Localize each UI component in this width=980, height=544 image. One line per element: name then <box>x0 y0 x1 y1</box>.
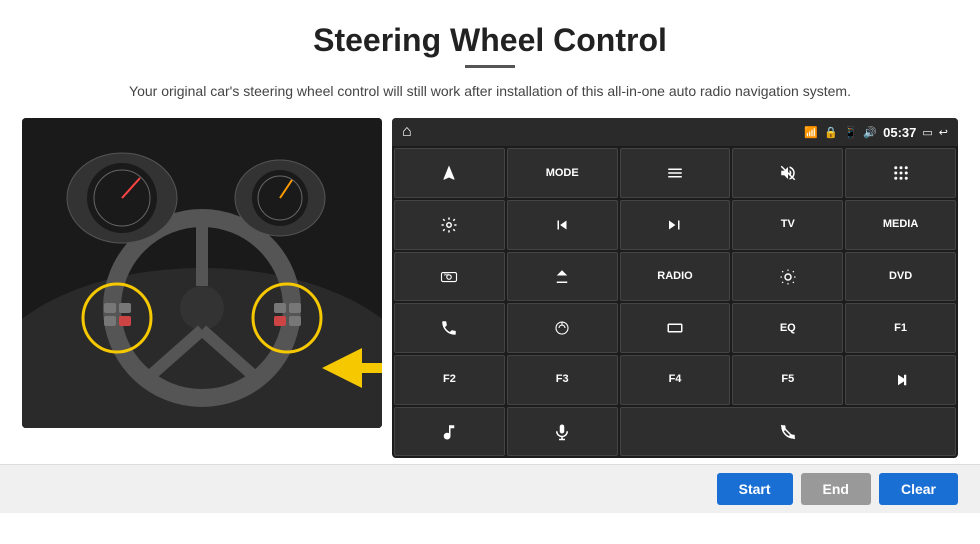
btn-f2[interactable]: F2 <box>394 355 505 405</box>
btn-f4[interactable]: F4 <box>620 355 731 405</box>
btn-phone-end[interactable] <box>620 407 956 457</box>
page-subtitle: Your original car's steering wheel contr… <box>0 80 980 118</box>
btn-playpause[interactable] <box>845 355 956 405</box>
btn-dvd[interactable]: DVD <box>845 252 956 302</box>
btn-settings[interactable] <box>394 200 505 250</box>
btn-f5[interactable]: F5 <box>732 355 843 405</box>
end-button[interactable]: End <box>801 473 871 505</box>
wifi-icon: 📶 <box>804 126 818 139</box>
sim-icon: 📱 <box>844 126 858 139</box>
lock-icon: 🔒 <box>824 126 838 139</box>
back-icon[interactable]: ↩ <box>939 126 948 139</box>
bottom-bar: Start End Clear <box>0 464 980 513</box>
btn-apps[interactable] <box>845 148 956 198</box>
btn-360cam[interactable]: 360 <box>394 252 505 302</box>
btn-navigate[interactable] <box>394 148 505 198</box>
btn-tv[interactable]: TV <box>732 200 843 250</box>
btn-f3[interactable]: F3 <box>507 355 618 405</box>
btn-swipe[interactable] <box>507 303 618 353</box>
button-grid: MODE TV MEDIA 360 <box>392 146 958 458</box>
btn-phone[interactable] <box>394 303 505 353</box>
btn-eq[interactable]: EQ <box>732 303 843 353</box>
btn-next[interactable] <box>620 200 731 250</box>
start-button[interactable]: Start <box>717 473 793 505</box>
btn-mic[interactable] <box>507 407 618 457</box>
btn-media[interactable]: MEDIA <box>845 200 956 250</box>
btn-radio[interactable]: RADIO <box>620 252 731 302</box>
radio-panel: ⌂ 📶 🔒 📱 🔊 05:37 ▭ ↩ MODE <box>392 118 958 458</box>
btn-mute[interactable] <box>732 148 843 198</box>
status-time: 05:37 <box>883 125 916 140</box>
title-divider <box>465 65 515 68</box>
bluetooth-icon: 🔊 <box>863 126 877 139</box>
home-icon[interactable]: ⌂ <box>402 123 412 141</box>
btn-brightness[interactable] <box>732 252 843 302</box>
btn-prev[interactable] <box>507 200 618 250</box>
btn-menu[interactable] <box>620 148 731 198</box>
screen-icon: ▭ <box>922 126 932 139</box>
page-title: Steering Wheel Control <box>0 0 980 65</box>
btn-f1[interactable]: F1 <box>845 303 956 353</box>
clear-button[interactable]: Clear <box>879 473 958 505</box>
btn-music[interactable] <box>394 407 505 457</box>
car-image <box>22 118 382 428</box>
svg-text:360: 360 <box>444 272 449 276</box>
btn-eject[interactable] <box>507 252 618 302</box>
status-bar: ⌂ 📶 🔒 📱 🔊 05:37 ▭ ↩ <box>392 118 958 146</box>
btn-rect[interactable] <box>620 303 731 353</box>
btn-mode[interactable]: MODE <box>507 148 618 198</box>
